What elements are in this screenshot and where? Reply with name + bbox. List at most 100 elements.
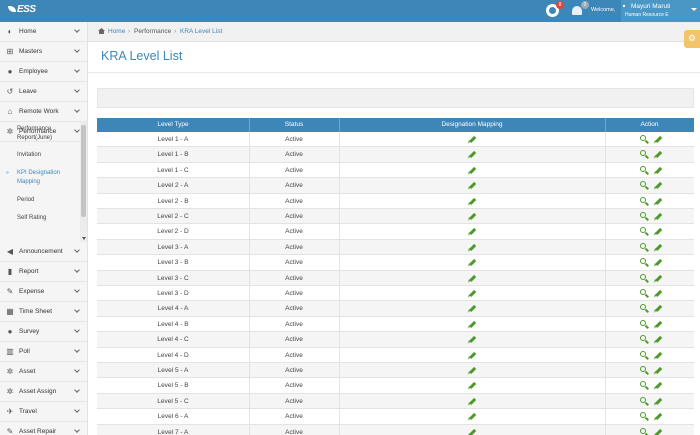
- edit-pencil-icon[interactable]: [652, 135, 662, 144]
- edit-mapping-pencil-icon[interactable]: [466, 258, 476, 267]
- edit-pencil-icon[interactable]: [652, 166, 662, 175]
- edit-mapping-pencil-icon[interactable]: [466, 166, 476, 175]
- user-menu[interactable]: Mayuri Maruti Human Resource E: [621, 0, 700, 22]
- column-header-designation-mapping[interactable]: Designation Mapping: [339, 121, 605, 128]
- edit-pencil-icon[interactable]: [652, 181, 662, 190]
- edit-pencil-icon[interactable]: [652, 428, 662, 435]
- view-search-icon[interactable]: [640, 196, 649, 206]
- edit-mapping-pencil-icon[interactable]: [466, 289, 476, 298]
- app-logo[interactable]: ESS: [8, 4, 36, 15]
- history-icon: ↺: [6, 87, 14, 96]
- view-search-icon[interactable]: [640, 258, 649, 267]
- table-row: Level 5 - A Active: [97, 363, 694, 379]
- sidebar-item-report[interactable]: ▮ Report: [0, 262, 87, 282]
- sidebar-item-survey[interactable]: ● Survey: [0, 322, 87, 342]
- edit-mapping-pencil-icon[interactable]: [466, 243, 476, 252]
- edit-mapping-pencil-icon[interactable]: [466, 212, 476, 221]
- edit-mapping-pencil-icon[interactable]: [466, 274, 476, 283]
- view-search-icon[interactable]: [640, 273, 649, 283]
- breadcrumb-performance[interactable]: Performance: [134, 28, 171, 35]
- edit-pencil-icon[interactable]: [652, 274, 662, 283]
- view-search-icon[interactable]: [640, 350, 649, 360]
- view-search-icon[interactable]: [640, 366, 649, 375]
- breadcrumb-home[interactable]: Home: [108, 28, 125, 35]
- edit-mapping-pencil-icon[interactable]: [466, 227, 476, 237]
- chevron-down-icon: [74, 287, 80, 293]
- edit-pencil-icon[interactable]: [652, 366, 662, 375]
- edit-mapping-pencil-icon[interactable]: [466, 135, 476, 144]
- edit-mapping-pencil-icon[interactable]: [466, 351, 476, 360]
- edit-mapping-pencil-icon[interactable]: [466, 181, 476, 190]
- bell-icon[interactable]: 0: [571, 1, 589, 17]
- edit-mapping-pencil-icon[interactable]: [466, 197, 476, 206]
- edit-mapping-pencil-icon[interactable]: [466, 335, 476, 344]
- view-search-icon[interactable]: [640, 212, 649, 221]
- sidebar-item-poll[interactable]: ▥ Poll: [0, 342, 87, 362]
- view-search-icon[interactable]: [640, 181, 649, 190]
- edit-pencil-icon[interactable]: [652, 381, 662, 391]
- edit-mapping-pencil-icon[interactable]: [466, 304, 476, 314]
- view-search-icon[interactable]: [640, 335, 649, 344]
- sidebar-item-announcement[interactable]: ◀ Announcement: [0, 242, 87, 262]
- sidebar-item-employee[interactable]: ● Employee: [0, 62, 87, 82]
- sidebar-item-label: Asset Repair: [19, 428, 57, 435]
- scroll-down-icon[interactable]: [81, 237, 86, 240]
- sidebar-item-home[interactable]: ◐ Home: [0, 22, 87, 42]
- edit-mapping-pencil-icon[interactable]: [466, 381, 476, 391]
- edit-pencil-icon[interactable]: [652, 304, 662, 314]
- sidebar-item-travel[interactable]: ✈ Travel: [0, 402, 87, 422]
- sidebar-item-masters[interactable]: ⊞ Masters: [0, 42, 87, 62]
- edit-pencil-icon[interactable]: [652, 289, 662, 298]
- view-search-icon[interactable]: [640, 427, 649, 435]
- edit-pencil-icon[interactable]: [652, 397, 662, 406]
- view-search-icon[interactable]: [640, 412, 649, 421]
- edit-pencil-icon[interactable]: [652, 320, 662, 329]
- cell-level-type: Level 2 - A: [157, 182, 189, 190]
- view-search-icon[interactable]: [640, 135, 649, 144]
- edit-pencil-icon[interactable]: [652, 227, 662, 237]
- view-search-icon[interactable]: [640, 396, 649, 406]
- edit-mapping-pencil-icon[interactable]: [466, 150, 476, 160]
- edit-pencil-icon[interactable]: [652, 212, 662, 221]
- edit-pencil-icon[interactable]: [652, 258, 662, 267]
- edit-mapping-pencil-icon[interactable]: [466, 320, 476, 329]
- sidebar-item-expense[interactable]: ✎ Expense: [0, 282, 87, 302]
- view-search-icon[interactable]: [640, 165, 649, 175]
- edit-mapping-pencil-icon[interactable]: [466, 412, 476, 421]
- edit-pencil-icon[interactable]: [652, 351, 662, 360]
- view-search-icon[interactable]: [640, 150, 649, 160]
- breadcrumb-separator: ›: [128, 28, 131, 35]
- table-row: Level 2 - C Active: [97, 209, 694, 225]
- view-search-icon[interactable]: [640, 227, 649, 237]
- view-search-icon[interactable]: [640, 381, 649, 391]
- edit-pencil-icon[interactable]: [652, 335, 662, 344]
- view-search-icon[interactable]: [640, 289, 649, 298]
- sidebar-item-asset-repair[interactable]: ✎ Asset Repair: [0, 422, 87, 435]
- submenu-scrollbar[interactable]: [80, 122, 87, 242]
- sidebar-item-label: Survey: [19, 328, 40, 335]
- edit-pencil-icon[interactable]: [652, 150, 662, 160]
- edit-mapping-pencil-icon[interactable]: [466, 428, 476, 435]
- edit-pencil-icon[interactable]: [652, 243, 662, 252]
- edit-mapping-pencil-icon[interactable]: [466, 397, 476, 406]
- theme-settings-tab[interactable]: ⚙: [684, 30, 700, 48]
- wrench-icon: ✎: [6, 427, 14, 435]
- cell-level-type: Level 2 - D: [157, 228, 189, 236]
- view-search-icon[interactable]: [640, 242, 649, 252]
- settings-gear-icon[interactable]: 8: [546, 1, 564, 17]
- edit-pencil-icon[interactable]: [652, 412, 662, 421]
- scrollbar-thumb[interactable]: [81, 125, 86, 217]
- sidebar-item-remote-work[interactable]: ⌂ Remote Work: [0, 102, 87, 122]
- table-row: Level 3 - B Active: [97, 255, 694, 271]
- view-search-icon[interactable]: [640, 304, 649, 314]
- sidebar-item-label: Travel: [19, 408, 37, 415]
- column-header-level-type[interactable]: Level Type: [97, 121, 249, 128]
- view-search-icon[interactable]: [640, 319, 649, 329]
- edit-pencil-icon[interactable]: [652, 197, 662, 206]
- sidebar-item-asset-assign[interactable]: ✲ Asset Assign: [0, 382, 87, 402]
- sidebar-item-time-sheet[interactable]: ▦ Time Sheet: [0, 302, 87, 322]
- sidebar-item-asset[interactable]: ✲ Asset: [0, 362, 87, 382]
- column-header-status[interactable]: Status: [249, 121, 339, 128]
- edit-mapping-pencil-icon[interactable]: [466, 366, 476, 375]
- sidebar-item-leave[interactable]: ↺ Leave: [0, 82, 87, 102]
